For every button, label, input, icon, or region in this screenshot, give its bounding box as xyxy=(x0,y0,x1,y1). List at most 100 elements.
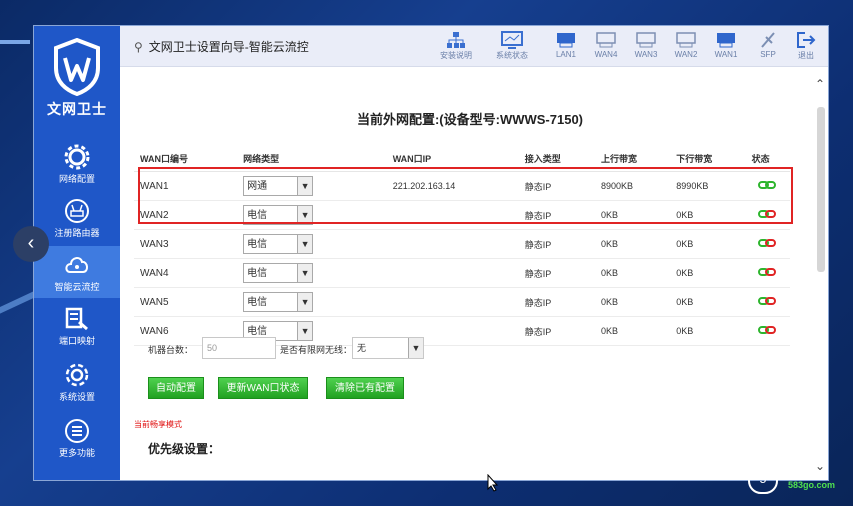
link-broken-icon xyxy=(758,238,777,247)
access-type-cell: 静态IP xyxy=(518,316,596,346)
tool-label: WAN1 xyxy=(714,50,738,59)
logo: 文网卫士 xyxy=(34,26,120,136)
top-bar: ⚲ 文网卫士设置向导-智能云流控 安装说明 系统状态 LAN1 WAN4 WAN3… xyxy=(120,26,828,67)
lan-icon xyxy=(717,33,735,48)
tool-wan2[interactable]: WAN2 xyxy=(665,31,707,59)
network-type-cell: 电信 ▼ xyxy=(237,258,387,288)
chevron-down-icon: ▼ xyxy=(297,235,313,253)
sidebar-item-system-settings[interactable]: 系统设置 xyxy=(34,356,120,408)
logout-icon xyxy=(797,32,816,48)
sidebar-item-smart-cloud[interactable]: 智能云流控 xyxy=(34,246,120,298)
tool-system-status[interactable]: 系统状态 xyxy=(491,31,533,61)
monitor-icon xyxy=(501,31,523,49)
shield-logo-icon xyxy=(54,37,100,97)
network-type-value: 电信 xyxy=(247,326,268,337)
network-type-cell: 电信 ▼ xyxy=(237,229,387,259)
network-icon xyxy=(447,32,465,48)
chevron-down-icon: ▼ xyxy=(297,293,313,311)
router-icon xyxy=(65,199,89,223)
wireless-select[interactable]: 无 ▼ xyxy=(352,337,424,359)
scroll-up-icon[interactable]: ⌃ xyxy=(815,77,825,91)
lan-icon xyxy=(557,33,575,48)
sidebar-item-label: 智能云流控 xyxy=(54,282,100,292)
scrollbar[interactable]: ⌃ ⌄ xyxy=(812,77,826,477)
sidebar-item-label: 端口映射 xyxy=(58,336,95,346)
priority-title: 优先级设置： xyxy=(148,442,221,456)
scroll-thumb[interactable] xyxy=(817,107,825,272)
auto-config-button[interactable]: 自动配置 xyxy=(148,377,204,399)
scroll-down-icon[interactable]: ⌄ xyxy=(815,459,825,473)
machine-count-input[interactable]: 50 xyxy=(202,337,276,359)
network-type-value: 电信 xyxy=(247,268,268,279)
wan-id-cell: WAN4 xyxy=(134,258,238,288)
network-type-value: 电信 xyxy=(247,297,268,308)
sidebar-item-port-mapping[interactable]: 端口映射 xyxy=(34,300,120,352)
wan-icon xyxy=(636,32,656,48)
tool-label: WAN4 xyxy=(594,50,618,59)
watermark-badge: 5 xyxy=(748,464,778,494)
tool-label: 安装说明 xyxy=(440,51,472,60)
network-type-value: 电信 xyxy=(247,239,268,250)
highlight-box xyxy=(138,167,793,224)
network-type-select[interactable]: 电信 ▼ xyxy=(243,292,314,312)
tool-label: 退出 xyxy=(798,51,814,60)
tool-wan1[interactable]: WAN1 xyxy=(705,31,747,59)
status-cell xyxy=(745,229,790,259)
download-bandwidth-cell-text: 0KB xyxy=(676,296,694,307)
wan-ip-cell xyxy=(386,229,519,259)
tool-wan4[interactable]: WAN4 xyxy=(585,31,627,59)
update-wan-status-button[interactable]: 更新WAN口状态 xyxy=(218,377,308,399)
download-bandwidth-cell: 0KB xyxy=(670,287,746,317)
status-cell xyxy=(745,258,790,288)
tool-label: WAN2 xyxy=(674,50,698,59)
tool-sfp[interactable]: SFP xyxy=(747,31,789,59)
table-row: WAN3 电信 ▼ 静态IP 0KB 0KB xyxy=(134,229,790,259)
link-broken-icon xyxy=(758,296,777,305)
access-type-cell-text: 静态IP xyxy=(524,297,552,308)
access-type-cell-text: 静态IP xyxy=(524,326,552,337)
download-bandwidth-cell-text: 0KB xyxy=(676,325,694,336)
sfp-icon xyxy=(761,32,775,48)
sidebar-item-network-config[interactable]: 网络配置 xyxy=(34,138,120,190)
page-title-text: 文网卫士设置向导-智能云流控 xyxy=(148,40,309,54)
network-type-cell: 电信 ▼ xyxy=(237,287,387,317)
settings-icon xyxy=(65,363,89,387)
upload-bandwidth-cell: 0KB xyxy=(595,316,671,346)
tool-lan1[interactable]: LAN1 xyxy=(545,31,587,59)
wan-id-cell-text: WAN3 xyxy=(140,238,169,250)
wan-icon xyxy=(596,32,616,48)
logo-text: 文网卫士 xyxy=(47,101,107,117)
watermark-url: 583go.com xyxy=(788,480,836,490)
network-type-select[interactable]: 电信 ▼ xyxy=(243,263,314,283)
network-type-select[interactable]: 电信 ▼ xyxy=(243,234,314,254)
previous-arrow-button[interactable]: ‹ xyxy=(13,226,49,262)
wan-id-cell-text: WAN4 xyxy=(140,267,169,279)
location-pin-icon: ⚲ xyxy=(134,40,143,54)
download-bandwidth-cell-text: 0KB xyxy=(676,238,694,249)
wan-ip-cell xyxy=(386,258,519,288)
wan-icon xyxy=(676,32,696,48)
tool-install-guide[interactable]: 安装说明 xyxy=(435,31,477,61)
wireless-label: 是否有限网无线： xyxy=(280,345,353,355)
main-content: 当前外网配置:(设备型号:WWWS-7150) WAN口编号 网络类型 WAN口… xyxy=(120,67,828,480)
access-type-cell: 静态IP xyxy=(518,287,596,317)
upload-bandwidth-cell-text: 0KB xyxy=(601,296,619,307)
tool-label: 系统状态 xyxy=(496,51,528,60)
wan-id-cell: WAN3 xyxy=(134,229,238,259)
tool-wan3[interactable]: WAN3 xyxy=(625,31,667,59)
sidebar-item-more[interactable]: 更多功能 xyxy=(34,412,120,464)
clear-config-button[interactable]: 清除已有配置 xyxy=(326,377,404,399)
wan-id-cell: WAN5 xyxy=(134,287,238,317)
tool-label: SFP xyxy=(760,50,776,59)
status-cell xyxy=(745,316,790,346)
machine-count-label: 机器台数： xyxy=(148,345,194,355)
access-type-cell-text: 静态IP xyxy=(524,268,552,279)
tool-logout[interactable]: 退出 xyxy=(785,31,827,61)
link-broken-icon xyxy=(758,267,777,276)
sidebar-item-label: 注册路由器 xyxy=(54,228,100,238)
page-title: ⚲ 文网卫士设置向导-智能云流控 xyxy=(134,38,309,55)
sidebar-item-label: 系统设置 xyxy=(58,392,95,402)
chevron-down-icon: ▼ xyxy=(408,338,423,358)
upload-bandwidth-cell: 0KB xyxy=(595,229,671,259)
mouse-cursor-icon xyxy=(487,474,499,492)
